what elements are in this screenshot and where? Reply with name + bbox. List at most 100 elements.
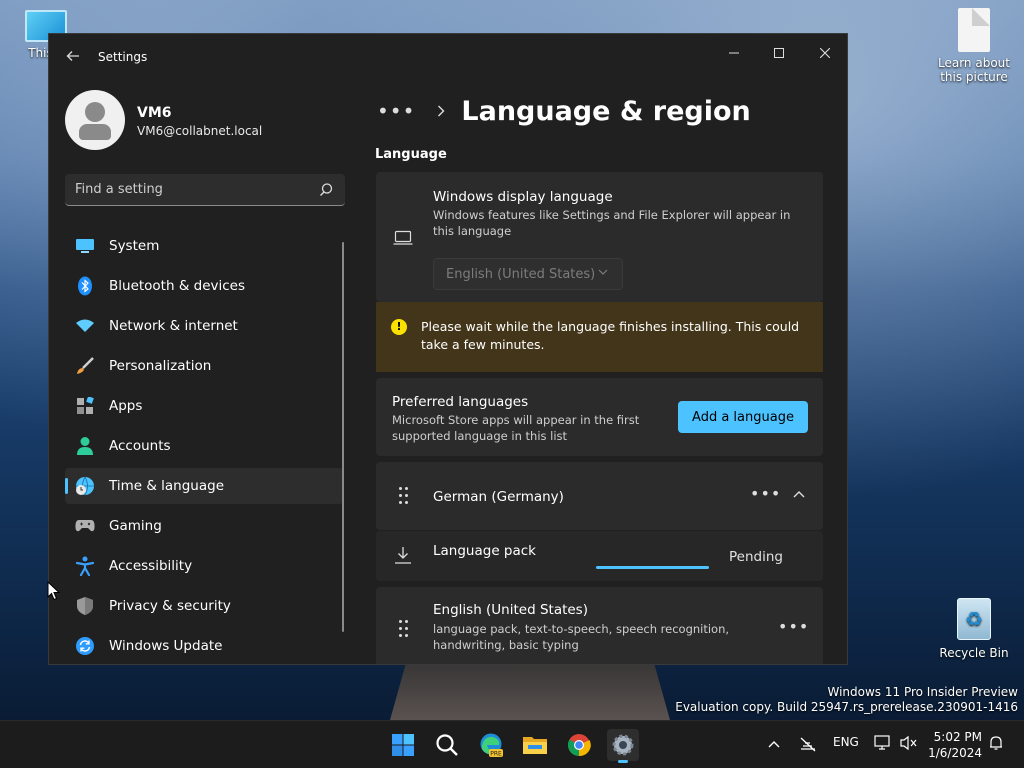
warning-icon: !	[391, 319, 407, 335]
desktop-icon-learn-about-picture[interactable]: Learn about this picture	[936, 8, 1012, 84]
gamepad-icon	[75, 516, 95, 536]
mouse-cursor-icon	[47, 581, 61, 601]
taskbar: PRE ENG 5:02 PM 1/6/2024	[0, 720, 1024, 768]
maximize-icon	[774, 48, 784, 58]
minimize-button[interactable]	[714, 40, 754, 68]
watermark-line-2: Evaluation copy. Build 25947.rs_prerelea…	[675, 700, 1018, 714]
install-warning-bar: ! Please wait while the language finishe…	[376, 302, 823, 372]
sidebar-item-gaming[interactable]: Gaming	[65, 508, 343, 544]
collapse-button[interactable]	[789, 486, 809, 506]
chrome-icon	[568, 734, 591, 757]
avatar-head	[85, 102, 105, 122]
sidebar-item-accounts[interactable]: Accounts	[65, 428, 343, 464]
chevron-up-icon	[768, 741, 780, 748]
globe-clock-icon	[75, 476, 95, 496]
add-language-button[interactable]: Add a language	[678, 401, 808, 433]
profile-name: VM6	[137, 105, 172, 121]
sidebar-item-label: Time & language	[109, 478, 225, 494]
tray-volume-icon[interactable]	[900, 735, 918, 754]
sidebar-item-network[interactable]: Network & internet	[65, 308, 343, 344]
svg-text:PRE: PRE	[490, 751, 502, 758]
language-name: German (Germany)	[433, 489, 564, 505]
wifi-icon	[75, 316, 95, 336]
edge-pre-icon: PRE	[480, 733, 503, 758]
language-options-button[interactable]: •••	[778, 617, 809, 636]
sidebar-nav: System Bluetooth & devices Network & int…	[65, 228, 343, 664]
start-button[interactable]	[387, 729, 419, 761]
sidebar-item-time-language[interactable]: Time & language	[65, 468, 343, 504]
preferred-languages-title: Preferred languages	[392, 394, 529, 410]
laptop-icon	[393, 230, 413, 245]
shield-icon	[75, 596, 95, 616]
sidebar-item-personalization[interactable]: Personalization	[65, 348, 343, 384]
sidebar-item-bluetooth[interactable]: Bluetooth & devices	[65, 268, 343, 304]
avatar-body	[79, 124, 111, 140]
search-icon	[436, 734, 458, 756]
download-icon	[395, 547, 411, 564]
windows-logo-icon	[392, 734, 414, 756]
display-language-title: Windows display language	[433, 189, 613, 205]
language-pack-progress-bar	[596, 566, 709, 569]
sidebar-item-system[interactable]: System	[65, 228, 343, 264]
monitor-network-icon	[874, 735, 890, 750]
close-button[interactable]	[805, 40, 845, 68]
settings-window: Settings VM6 VM6@collabnet.local System …	[48, 33, 848, 665]
language-item-german[interactable]: German (Germany) •••	[376, 462, 823, 530]
clock-date: 1/6/2024	[928, 746, 982, 760]
taskbar-settings-button[interactable]	[607, 729, 639, 763]
language-item-english[interactable]: English (United States) language pack, t…	[376, 587, 823, 664]
sidebar-item-label: Bluetooth & devices	[109, 278, 246, 294]
tray-network-icon[interactable]	[874, 735, 892, 754]
language-features: language pack, text-to-speech, speech re…	[433, 622, 730, 652]
clock-time: 5:02 PM	[933, 730, 982, 744]
display-language-dropdown[interactable]: English (United States)	[433, 258, 623, 290]
person-icon	[75, 436, 95, 456]
breadcrumb-more-button[interactable]: •••	[377, 99, 415, 123]
display-language-selected: English (United States)	[446, 267, 596, 282]
close-icon	[819, 47, 831, 59]
taskbar-chrome-button[interactable]	[563, 729, 595, 761]
sidebar-item-label: Accessibility	[109, 558, 193, 574]
file-explorer-icon	[523, 737, 547, 754]
search-icon[interactable]	[317, 181, 335, 199]
page-title: Language & region	[461, 95, 751, 127]
taskbar-search-button[interactable]	[431, 729, 463, 761]
title-bar[interactable]: Settings	[49, 34, 847, 80]
desktop-icon-label: Recycle Bin	[939, 646, 1009, 660]
maximize-button[interactable]	[759, 40, 799, 68]
search-box[interactable]	[65, 174, 345, 206]
search-input[interactable]	[75, 182, 305, 197]
back-button[interactable]	[63, 48, 83, 68]
display-language-description: Windows features like Settings and File …	[433, 208, 791, 238]
taskbar-file-explorer-button[interactable]	[519, 729, 551, 761]
sidebar-item-apps[interactable]: Apps	[65, 388, 343, 424]
input-language-indicator[interactable]: ENG	[833, 735, 859, 749]
notifications-button[interactable]	[989, 735, 1003, 754]
arrow-left-icon	[66, 51, 79, 61]
taskbar-edge-button[interactable]: PRE	[475, 729, 507, 761]
preferred-languages-description: Microsoft Store apps will appear in the …	[392, 413, 640, 443]
volume-muted-icon	[900, 735, 917, 751]
settings-icon	[612, 734, 634, 756]
bell-icon	[990, 736, 1002, 750]
breadcrumb: ••• Language & region	[377, 95, 751, 127]
sidebar-item-windows-update[interactable]: Windows Update	[65, 628, 343, 664]
desktop-icon-label: Learn about this picture	[938, 56, 1010, 84]
sidebar-item-privacy-security[interactable]: Privacy & security	[65, 588, 343, 624]
profile-email: VM6@collabnet.local	[137, 124, 263, 138]
section-heading-language: Language	[375, 147, 447, 162]
sidebar-scrollbar[interactable]	[342, 242, 344, 632]
minimize-icon	[729, 52, 739, 54]
drag-handle-icon[interactable]	[398, 487, 410, 505]
taskbar-clock[interactable]: 5:02 PM 1/6/2024	[920, 729, 982, 761]
progress-fill	[596, 566, 709, 569]
sidebar-item-accessibility[interactable]: Accessibility	[65, 548, 343, 584]
language-options-button[interactable]: •••	[750, 484, 781, 503]
avatar[interactable]	[65, 90, 125, 150]
drag-handle-icon[interactable]	[398, 620, 410, 638]
tray-network-status[interactable]	[799, 736, 817, 755]
sidebar-item-label: System	[109, 238, 160, 254]
desktop-icon-recycle-bin[interactable]: ♻ Recycle Bin	[936, 598, 1012, 660]
show-hidden-icons-button[interactable]	[768, 737, 780, 751]
preferred-languages-card: Preferred languages Microsoft Store apps…	[376, 378, 823, 456]
